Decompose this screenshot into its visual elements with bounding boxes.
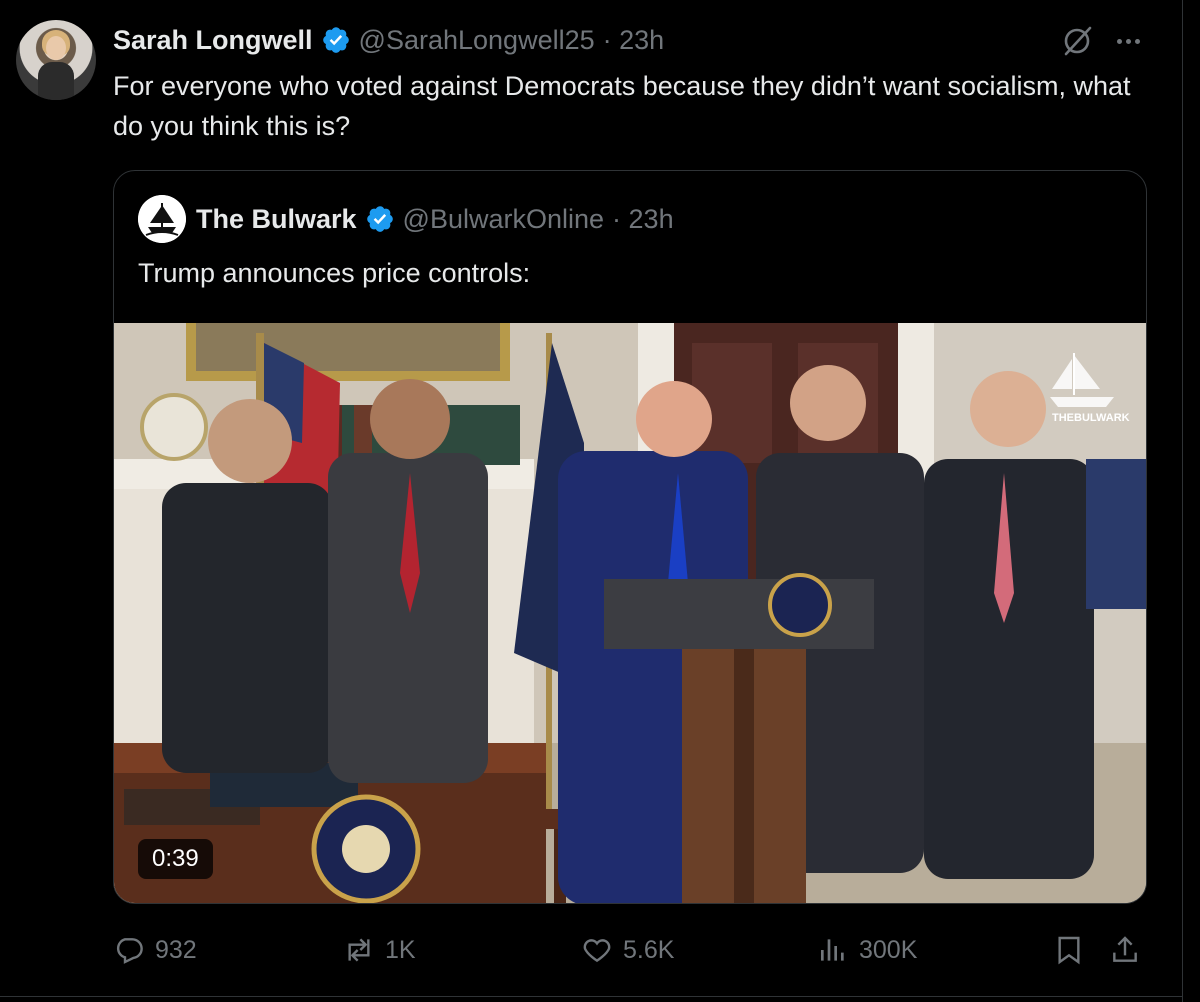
bookmark-icon — [1058, 936, 1080, 965]
quoted-author-handle[interactable]: @BulwarkOnline — [403, 204, 605, 235]
ship-logo-icon — [138, 195, 186, 243]
reply-button[interactable]: 932 — [113, 922, 197, 978]
quoted-tweet-time[interactable]: · 23h — [612, 204, 674, 235]
video-player[interactable]: THEBULWARK 0:39 — [114, 323, 1146, 903]
tweet[interactable]: Sarah Longwell @SarahLongwell25 · 23h Fo… — [0, 0, 1183, 1002]
tweet-time[interactable]: · 23h — [603, 25, 665, 56]
grok-icon[interactable] — [1060, 24, 1094, 58]
more-icon[interactable] — [1110, 26, 1146, 56]
bookmark-button[interactable] — [1053, 922, 1085, 978]
video-frame — [114, 323, 1146, 903]
views-icon — [821, 939, 844, 961]
verified-badge-icon — [322, 27, 349, 53]
author-handle[interactable]: @SarahLongwell25 — [359, 25, 595, 56]
reply-icon — [116, 938, 143, 964]
like-button[interactable]: 5.6K — [581, 922, 674, 978]
author-avatar[interactable] — [16, 20, 96, 100]
repost-button[interactable]: 1K — [343, 922, 416, 978]
divider — [0, 996, 1183, 997]
author-name[interactable]: Sarah Longwell — [113, 25, 313, 56]
repost-icon — [348, 938, 370, 962]
share-icon — [1113, 936, 1137, 962]
tweet-text: For everyone who voted against Democrats… — [113, 71, 1131, 141]
views-count: 300K — [859, 935, 918, 964]
tweet-actions: 932 1K 5.6K 300K — [113, 922, 1147, 978]
views-button[interactable]: 300K — [817, 922, 917, 978]
quoted-author-avatar[interactable] — [138, 195, 186, 243]
share-button[interactable] — [1109, 922, 1141, 978]
heart-icon — [583, 939, 611, 963]
watermark-text: THEBULWARK — [1052, 412, 1130, 423]
tweet-header: Sarah Longwell @SarahLongwell25 · 23h — [113, 22, 664, 58]
bulwark-watermark-icon: THEBULWARK — [1050, 353, 1130, 423]
quoted-author-name[interactable]: The Bulwark — [196, 204, 357, 235]
quoted-tweet-header: The Bulwark @BulwarkOnline · 23h — [196, 199, 674, 239]
verified-badge-icon — [366, 206, 393, 232]
like-count: 5.6K — [623, 935, 675, 964]
quoted-tweet-text: Trump announces price controls: — [138, 258, 531, 288]
quoted-tweet[interactable]: The Bulwark @BulwarkOnline · 23h Trump a… — [113, 170, 1147, 904]
repost-count: 1K — [385, 935, 416, 964]
video-duration: 0:39 — [138, 839, 213, 879]
reply-count: 932 — [155, 935, 197, 964]
